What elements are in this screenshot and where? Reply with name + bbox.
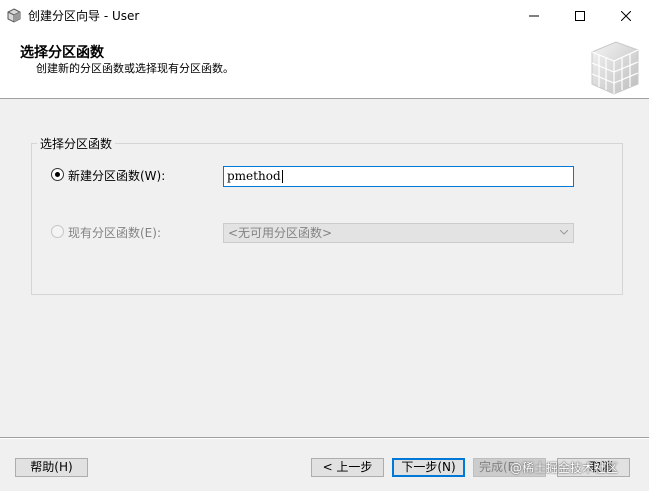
partition-cube-icon bbox=[591, 41, 639, 95]
existing-function-label[interactable]: 现有分区函数(E): bbox=[68, 224, 161, 241]
text-caret bbox=[281, 170, 283, 183]
chevron-down-icon bbox=[560, 230, 568, 235]
group-legend: 选择分区函数 bbox=[37, 135, 116, 152]
close-icon bbox=[621, 11, 631, 21]
existing-function-select-value: <无可用分区函数> bbox=[228, 226, 333, 240]
help-button[interactable]: 帮助(H) bbox=[15, 458, 88, 477]
minimize-button[interactable] bbox=[511, 0, 557, 32]
new-function-name-value: pmethod bbox=[227, 169, 281, 183]
wizard-app-icon bbox=[7, 8, 21, 23]
wizard-header: 选择分区函数 创建新的分区函数或选择现有分区函数。 bbox=[0, 32, 649, 99]
next-button[interactable]: 下一步(N) bbox=[392, 458, 465, 477]
new-function-name-input[interactable]: pmethod bbox=[223, 166, 574, 187]
back-button[interactable]: < 上一步 bbox=[311, 458, 384, 477]
title-bar[interactable]: 创建分区向导 - User bbox=[0, 0, 649, 32]
window-title: 创建分区向导 - User bbox=[28, 9, 140, 23]
maximize-icon bbox=[575, 11, 585, 21]
close-button[interactable] bbox=[603, 0, 649, 32]
page-title: 选择分区函数 bbox=[20, 45, 104, 61]
page-subtitle: 创建新的分区函数或选择现有分区函数。 bbox=[36, 62, 234, 75]
watermark: @稀土掘金技术社区 bbox=[510, 461, 619, 475]
minimize-icon bbox=[529, 15, 539, 17]
new-function-label[interactable]: 新建分区函数(W): bbox=[68, 167, 165, 184]
new-function-radio[interactable] bbox=[51, 168, 64, 181]
existing-function-radio[interactable] bbox=[51, 225, 64, 238]
existing-function-select[interactable]: <无可用分区函数> bbox=[223, 223, 574, 243]
maximize-button[interactable] bbox=[557, 0, 603, 32]
footer-divider-highlight bbox=[0, 438, 649, 439]
